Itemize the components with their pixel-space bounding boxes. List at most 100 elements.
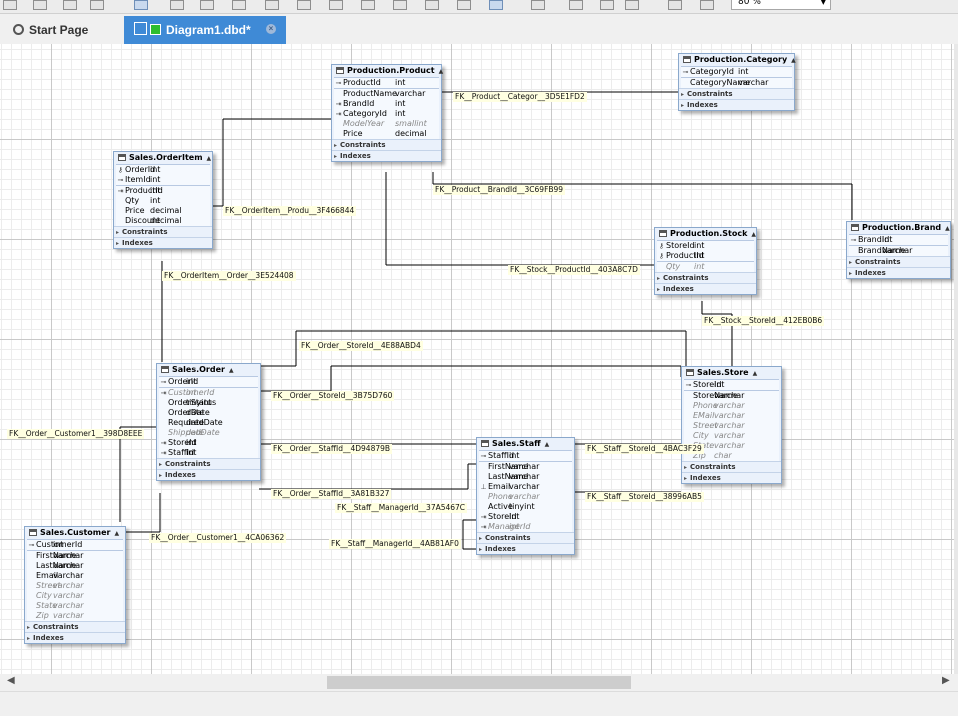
expand-icon[interactable]: ▸: [159, 472, 162, 479]
scrollbar-thumb[interactable]: [327, 676, 631, 689]
expand-icon[interactable]: ▸: [657, 286, 660, 293]
column-row[interactable]: ⊥Email varchar: [479, 482, 572, 492]
column-row[interactable]: City varchar: [27, 591, 123, 601]
entity-production-product[interactable]: Production.Product ▲ ⊸ ProductId int ProductN…: [331, 64, 444, 162]
collapse-icon[interactable]: ▲: [945, 225, 950, 232]
section-indexes[interactable]: ▸ Indexes: [682, 472, 781, 483]
column-row[interactable]: ⇥ ManagerId int: [479, 522, 572, 532]
column-row[interactable]: ⇥ StoreId int: [159, 438, 258, 448]
entity-sales-store[interactable]: Sales.Store ▲ ⊸ StoreId int StoreName varchar P…: [681, 366, 782, 484]
expand-icon[interactable]: ▸: [681, 91, 684, 98]
fk-label[interactable]: FK__Product__Categor__3D5E1FD2: [453, 92, 587, 102]
column-row[interactable]: City varchar: [684, 431, 779, 441]
entity-title[interactable]: Production.Stock ▲: [655, 228, 756, 240]
collapse-icon[interactable]: ▲: [791, 57, 796, 64]
section-constraints[interactable]: ▸ Constraints: [157, 458, 260, 469]
entity-title[interactable]: Sales.Order ▲: [157, 364, 260, 376]
entity-sales-order[interactable]: Sales.Order ▲ ⊸ OrderId int ⇥ CustomerId int Ord…: [156, 363, 261, 481]
scroll-right-icon[interactable]: ▶: [942, 675, 950, 686]
entity-title[interactable]: Production.Product ▲: [332, 65, 444, 77]
script-icon[interactable]: [531, 0, 545, 10]
fk-label[interactable]: FK__Staff__StoreId__38996AB5: [585, 492, 704, 502]
fk-label[interactable]: FK__Order__StoreId__4E88ABD4: [299, 341, 423, 351]
column-row[interactable]: StoreName varchar: [684, 391, 779, 401]
column-row[interactable]: ⚷ StoreId int: [657, 241, 754, 251]
column-row[interactable]: Street varchar: [684, 421, 779, 431]
expand-icon[interactable]: ▸: [479, 546, 482, 553]
column-row[interactable]: Statevarchar: [27, 601, 123, 611]
function-icon[interactable]: [265, 0, 279, 10]
column-row[interactable]: ⊸ BrandId int: [849, 235, 948, 245]
relation-icon[interactable]: [361, 0, 375, 10]
expand-icon[interactable]: ▸: [116, 240, 119, 247]
section-constraints[interactable]: ▸ Constraints: [679, 88, 794, 99]
column-row[interactable]: CategoryName varchar: [681, 78, 792, 88]
image-icon[interactable]: [457, 0, 471, 10]
expand-icon[interactable]: ▸: [116, 229, 119, 236]
collapse-icon[interactable]: ▲: [545, 441, 550, 448]
column-row[interactable]: ⇥ ProductId int: [116, 186, 210, 196]
layout-icon[interactable]: [425, 0, 439, 10]
column-row[interactable]: FirstName varchar: [27, 551, 123, 561]
column-row[interactable]: Phone varchar: [479, 492, 572, 502]
fk-label[interactable]: FK__Stock__ProductId__403A8C7D: [508, 265, 640, 275]
column-row[interactable]: Qty int: [116, 196, 210, 206]
column-row[interactable]: ⊸ CustomerId int: [27, 540, 123, 550]
entity-title[interactable]: Sales.Customer ▲: [25, 527, 125, 539]
expand-icon[interactable]: ▸: [159, 461, 162, 468]
entity-sales-orderitem[interactable]: Sales.OrderItem ▲ ⚷ OrderId int ⊸ ItemId int ⇥ Pr…: [113, 151, 213, 249]
section-constraints[interactable]: ▸ Constraints: [655, 272, 756, 283]
expand-icon[interactable]: ▸: [684, 464, 687, 471]
scroll-left-icon[interactable]: ◀: [7, 675, 15, 686]
cancel-icon[interactable]: [600, 0, 614, 10]
expand-icon[interactable]: ▸: [849, 270, 852, 277]
entity-title[interactable]: Sales.Store ▲: [682, 367, 781, 379]
column-row[interactable]: Qty int: [657, 262, 754, 272]
collapse-icon[interactable]: ▲: [229, 367, 234, 374]
column-row[interactable]: LastName varchar: [27, 561, 123, 571]
section-constraints[interactable]: ▸ Constraints: [25, 621, 125, 632]
section-indexes[interactable]: ▸ Indexes: [332, 150, 441, 161]
expand-icon[interactable]: ▸: [681, 102, 684, 109]
section-indexes[interactable]: ▸ Indexes: [25, 632, 125, 643]
table-icon[interactable]: [170, 0, 184, 10]
fk-label[interactable]: FK__OrderItem__Produ__3F466844: [223, 206, 357, 216]
column-row[interactable]: EMail varchar: [684, 411, 779, 421]
column-row[interactable]: ⊸ ProductId int: [334, 78, 439, 88]
zoom-select[interactable]: 80 % ▼: [731, 0, 831, 10]
entity-sales-staff[interactable]: Sales.Staff ▲ ⊸ StaffId int FirstName varchar L…: [476, 437, 575, 555]
collapse-icon[interactable]: ▲: [439, 68, 444, 75]
collapse-icon[interactable]: ▲: [753, 370, 758, 377]
fk-label[interactable]: FK__Staff__ManagerId__4AB81AF0: [329, 539, 461, 549]
column-row[interactable]: Street varchar: [27, 581, 123, 591]
column-row[interactable]: Zip varchar: [27, 611, 123, 621]
section-constraints[interactable]: ▸ Constraints: [682, 461, 781, 472]
fk-label[interactable]: FK__Product__BrandId__3C69FB99: [433, 185, 566, 195]
horizontal-scrollbar[interactable]: ◀ ▶: [0, 674, 958, 691]
collapse-icon[interactable]: ▲: [114, 530, 119, 537]
column-row[interactable]: Price decimal: [116, 206, 210, 216]
expand-icon[interactable]: ▸: [657, 275, 660, 282]
section-indexes[interactable]: ▸ Indexes: [114, 237, 212, 248]
section-indexes[interactable]: ▸ Indexes: [157, 469, 260, 480]
entity-title[interactable]: Sales.Staff ▲: [477, 438, 574, 450]
tab-diagram[interactable]: Diagram1.dbd* ×: [124, 16, 286, 44]
expand-icon[interactable]: ▸: [684, 475, 687, 482]
expand-icon[interactable]: ▸: [334, 153, 337, 160]
column-row[interactable]: Phone varchar: [684, 401, 779, 411]
column-row[interactable]: OrderStatus tinyint: [159, 398, 258, 408]
fk-label[interactable]: FK__Order__Customer1__4CA06362: [149, 533, 287, 543]
expand-icon[interactable]: ▸: [849, 259, 852, 266]
zoom-out-icon[interactable]: [700, 0, 714, 10]
column-row[interactable]: ⊸ OrderId int: [159, 377, 258, 387]
expand-icon[interactable]: ▸: [27, 624, 30, 631]
column-row[interactable]: FirstName varchar: [479, 462, 572, 472]
column-row[interactable]: Price decimal: [334, 129, 439, 139]
fk-label[interactable]: FK__Staff__StoreId__4BAC3F29: [585, 444, 704, 454]
diagram-canvas[interactable]: Production.Product ▲ ⊸ ProductId int ProductN…: [0, 44, 958, 674]
save-icon[interactable]: [63, 0, 77, 10]
column-row[interactable]: ⊸ StoreId int: [684, 380, 779, 390]
section-constraints[interactable]: ▸ Constraints: [847, 256, 950, 267]
column-row[interactable]: ⚷ ProductId int: [657, 251, 754, 261]
column-row[interactable]: ⊸ ItemId int: [116, 175, 210, 185]
